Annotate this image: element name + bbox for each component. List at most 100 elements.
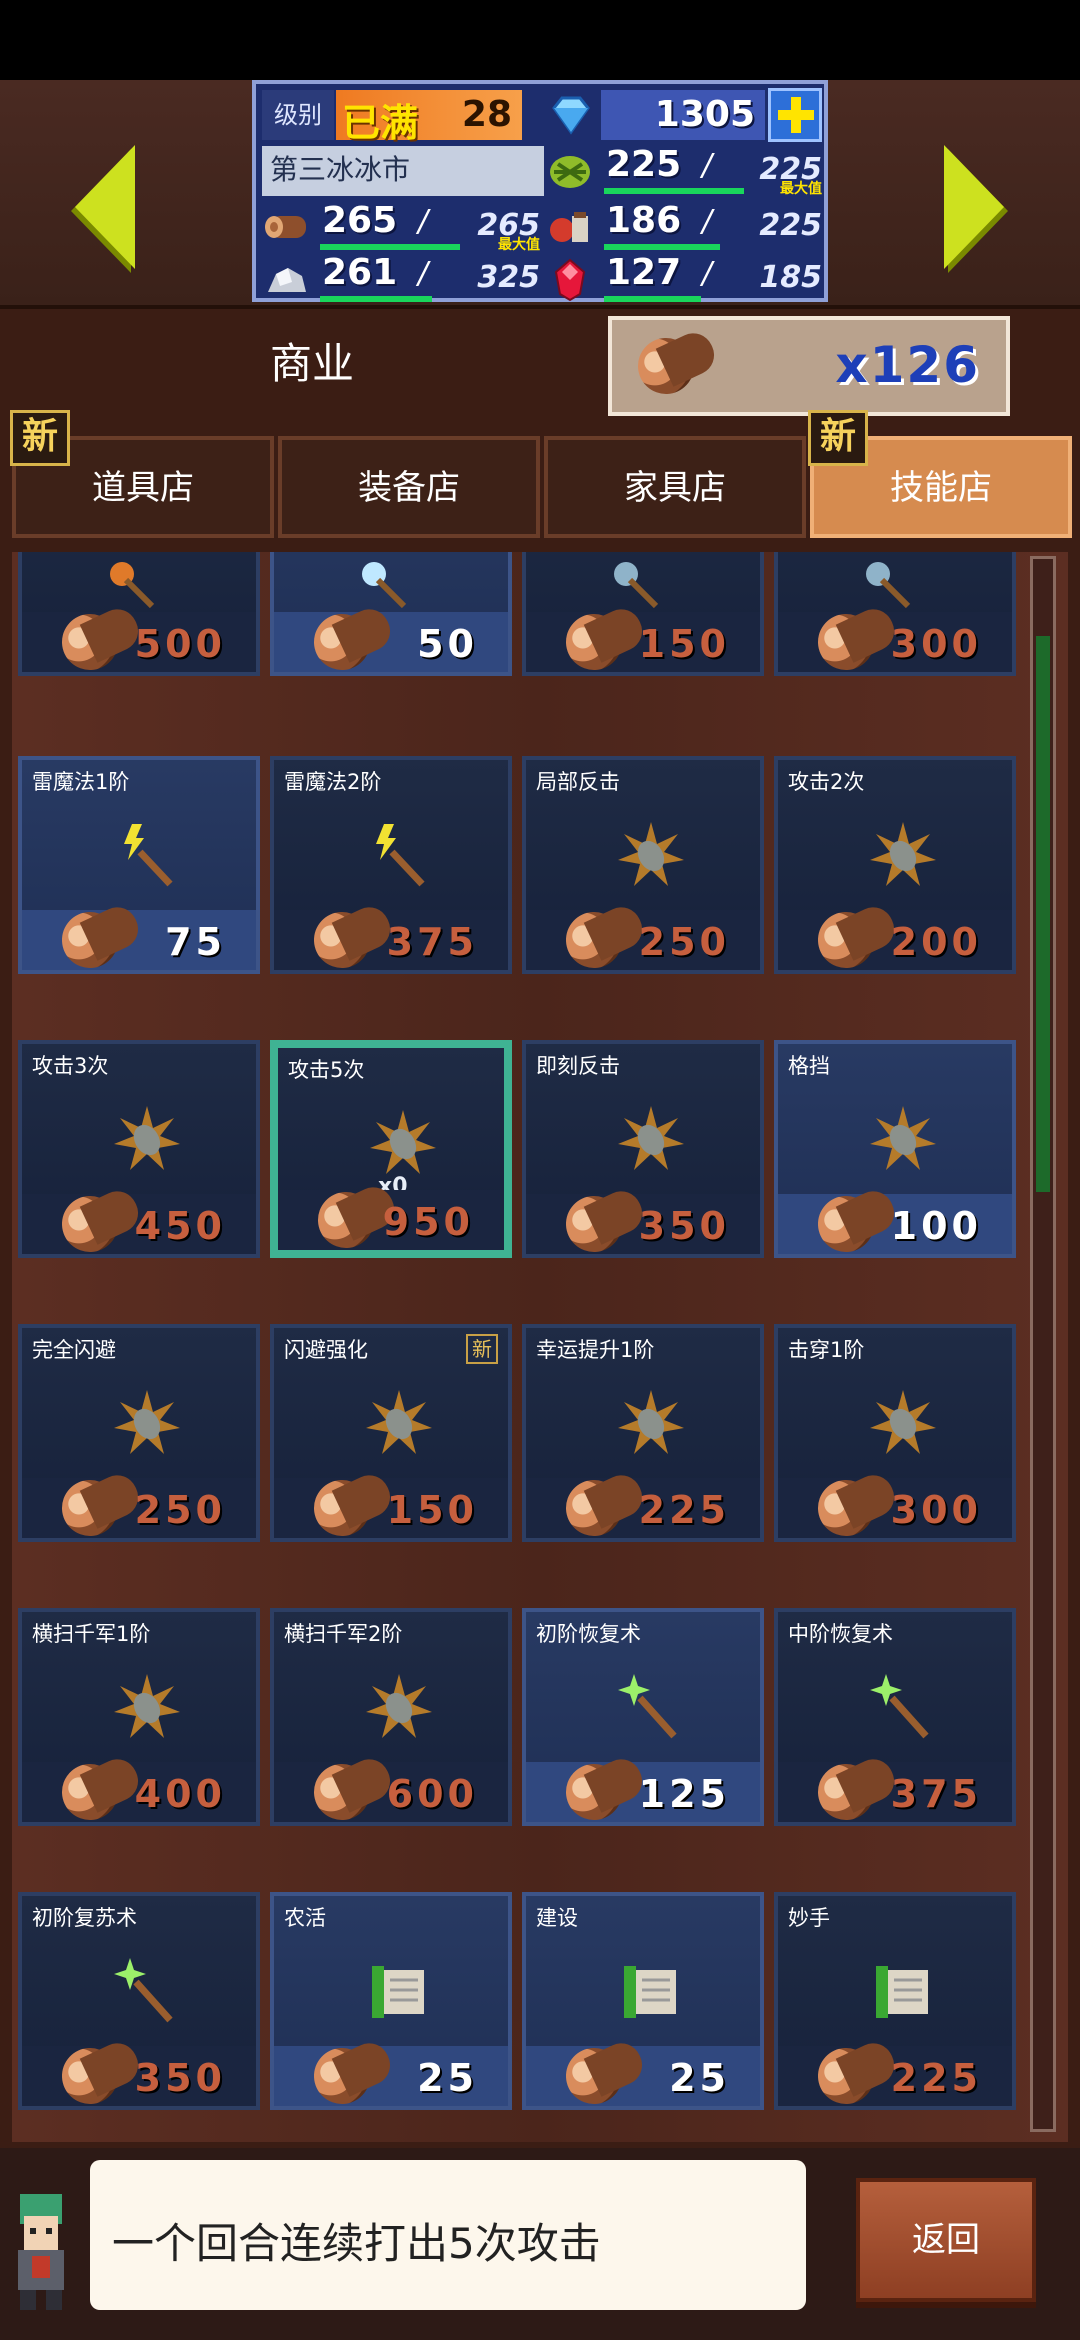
tab-label: 装备店 xyxy=(358,468,460,508)
skill-card[interactable]: 攻击3次 450 xyxy=(18,1040,260,1262)
spiked-burst-icon xyxy=(364,1672,434,1742)
skill-name: 完全闪避 xyxy=(32,1338,116,1362)
resource-separator: / xyxy=(702,204,713,239)
resource-max: 185 xyxy=(759,260,822,295)
new-badge: 新 xyxy=(808,410,868,466)
skill-card[interactable]: 横扫千军1阶 400 xyxy=(18,1608,260,1830)
skill-list[interactable]: 500 50 150 300 雷魔法1阶 75 雷魔法2阶 375 局部反击 250 攻击2… xyxy=(12,552,1068,2142)
price: 300 xyxy=(890,622,982,666)
skill-card[interactable]: 初阶复苏术 350 xyxy=(18,1892,260,2114)
heal-wand-icon xyxy=(112,1956,182,2026)
skill-card-top-1[interactable]: 500 xyxy=(18,552,260,680)
skill-name: 中阶恢复术 xyxy=(788,1622,893,1646)
max-label: 最大值 xyxy=(780,181,822,197)
price: 950 xyxy=(382,1200,474,1244)
skill-card-top-3[interactable]: 150 xyxy=(522,552,764,680)
resource-separator: / xyxy=(702,148,713,183)
skill-name: 横扫千军1阶 xyxy=(32,1622,151,1646)
skill-card[interactable]: 局部反击 250 xyxy=(522,756,764,978)
price: 25 xyxy=(669,2056,730,2100)
hammer-icon xyxy=(102,562,162,612)
resource-bar xyxy=(320,244,460,250)
wood-count: x126 xyxy=(835,336,980,394)
price: 600 xyxy=(386,1772,478,1816)
skill-name: 农活 xyxy=(284,1906,326,1930)
skill-card[interactable]: 农活 25 xyxy=(270,1892,512,2114)
resource-current: 127 xyxy=(606,252,682,293)
resource-separator: / xyxy=(418,256,429,291)
price: 100 xyxy=(890,1204,982,1248)
resource-ore: 261 / 325 xyxy=(262,252,544,306)
level-label: 级别 xyxy=(262,90,334,140)
resource-bar xyxy=(320,296,432,302)
skill-name: 幸运提升1阶 xyxy=(536,1338,655,1362)
skill-card[interactable]: 击穿1阶 300 xyxy=(774,1324,1016,1546)
skill-name: 雷魔法1阶 xyxy=(32,770,130,794)
tab-equipment-shop[interactable]: 装备店 xyxy=(278,436,540,538)
resource-grass: 225 / 225 最大值 xyxy=(546,144,826,198)
food-icon xyxy=(546,204,594,250)
tip-bubble: 一个回合连续打出5次攻击 xyxy=(90,2160,806,2310)
scroll-icon xyxy=(364,1956,434,2026)
town-stats-panel: 级别 已满 28 1305 第三冰冰市 225 / 225 最大值 265 / … xyxy=(252,80,828,302)
price: 250 xyxy=(134,1488,226,1532)
wood-log-icon xyxy=(628,328,704,404)
diamond-icon xyxy=(546,90,596,140)
skill-card[interactable]: 完全闪避 250 xyxy=(18,1324,260,1546)
skill-card-top-4[interactable]: 300 xyxy=(774,552,1016,680)
level-status: 已满 xyxy=(342,101,419,145)
skill-card[interactable]: 即刻反击 350 xyxy=(522,1040,764,1262)
price: 250 xyxy=(638,920,730,964)
advisor-avatar xyxy=(6,2186,76,2316)
resource-bar xyxy=(604,296,701,302)
skill-card[interactable]: 中阶恢复术 375 xyxy=(774,1608,1016,1830)
scrollbar-thumb[interactable] xyxy=(1036,636,1050,1192)
spiked-burst-icon xyxy=(112,1104,182,1174)
price: 300 xyxy=(890,1488,982,1532)
new-badge: 新 xyxy=(466,1334,498,1364)
tab-label: 家具店 xyxy=(624,468,726,508)
tip-text: 一个回合连续打出5次攻击 xyxy=(112,2219,601,2268)
next-arrow-icon[interactable] xyxy=(944,145,1004,269)
resource-max: 325 xyxy=(477,260,540,295)
skill-card[interactable]: 雷魔法1阶 75 xyxy=(18,756,260,978)
skill-card[interactable]: 攻击2次 200 xyxy=(774,756,1016,978)
skill-name: 攻击3次 xyxy=(32,1054,109,1078)
resource-food: 186 / 225 xyxy=(546,200,826,254)
skill-card[interactable]: 闪避强化 新 150 xyxy=(270,1324,512,1546)
prev-arrow-icon[interactable] xyxy=(75,145,135,269)
skill-name: 初阶恢复术 xyxy=(536,1622,641,1646)
skill-card-top-2[interactable]: 50 xyxy=(270,552,512,680)
skill-card[interactable]: 横扫千军2阶 600 xyxy=(270,1608,512,1830)
skill-card[interactable]: 雷魔法2阶 375 xyxy=(270,756,512,978)
spiked-burst-icon xyxy=(368,1108,438,1178)
add-gems-button[interactable] xyxy=(768,88,822,142)
back-button[interactable]: 返回 xyxy=(856,2178,1036,2302)
price: 150 xyxy=(638,622,730,666)
price: 500 xyxy=(134,622,226,666)
gem-count: 1305 xyxy=(601,90,765,140)
price: 400 xyxy=(134,1772,226,1816)
skill-card[interactable]: 幸运提升1阶 225 xyxy=(522,1324,764,1546)
skill-card[interactable]: 攻击5次 x0 950 xyxy=(270,1040,512,1258)
skill-name: 妙手 xyxy=(788,1906,830,1930)
lightning-wand-icon xyxy=(364,820,434,890)
tab-furniture-shop[interactable]: 家具店 xyxy=(544,436,806,538)
skill-card[interactable]: 妙手 225 xyxy=(774,1892,1016,2114)
resource-current: 186 xyxy=(606,200,682,241)
spiked-burst-icon xyxy=(364,1388,434,1458)
tab-label: 道具店 xyxy=(92,468,194,508)
skill-card[interactable]: 格挡 100 xyxy=(774,1040,1016,1262)
skill-card[interactable]: 初阶恢复术 125 xyxy=(522,1608,764,1830)
skill-name: 格挡 xyxy=(788,1054,830,1078)
wood-counter: x126 xyxy=(608,316,1010,416)
hammer-icon xyxy=(354,562,414,612)
resource-separator: / xyxy=(702,256,713,291)
skill-name: 闪避强化 xyxy=(284,1338,368,1362)
skill-name: 击穿1阶 xyxy=(788,1338,865,1362)
resource-current: 261 xyxy=(322,252,398,293)
skill-card[interactable]: 建设 25 xyxy=(522,1892,764,2114)
resource-current: 225 xyxy=(606,144,682,185)
resource-separator: / xyxy=(418,204,429,239)
resource-current: 265 xyxy=(322,200,398,241)
